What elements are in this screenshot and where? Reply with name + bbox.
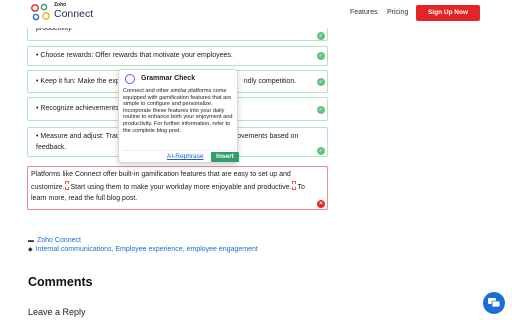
- suggestion-box[interactable]: • Choose rewards: Offer rewards that mot…: [27, 46, 328, 66]
- nav-features-link[interactable]: Features: [350, 9, 378, 16]
- check-icon: ✓: [317, 147, 325, 155]
- check-icon: ✓: [317, 52, 325, 60]
- error-marker[interactable]: [65, 180, 70, 190]
- signup-button[interactable]: Sign Up Now: [416, 5, 480, 21]
- tag-icon: ◆: [28, 247, 33, 253]
- grammar-check-popup: Grammar Check Connect and other similar …: [118, 69, 239, 163]
- item-lead: Recognize achievements:: [40, 105, 121, 112]
- error-icon[interactable]: ✕: [317, 200, 325, 208]
- check-icon: ✓: [317, 78, 325, 86]
- folder-icon: ▬: [28, 238, 34, 244]
- chat-widget-button[interactable]: [483, 292, 505, 314]
- logo-text[interactable]: Zoho Connect: [54, 3, 93, 20]
- ai-rephrase-link[interactable]: AI-Rephrase: [167, 153, 204, 160]
- leave-reply-heading: Leave a Reply: [28, 307, 86, 317]
- popup-actions: AI-Rephrase Insert: [123, 150, 239, 162]
- check-icon: ✓: [317, 106, 325, 114]
- error-paragraph-box[interactable]: Platforms like Connect offer built-in ga…: [27, 166, 328, 210]
- tags-links[interactable]: Internal communications, Employee experi…: [36, 246, 258, 253]
- zoho-logo-icon[interactable]: [30, 3, 52, 23]
- item-text: Offer rewards that motivate your employe…: [93, 52, 233, 59]
- post-category: ▬ Zoho Connect: [28, 237, 81, 244]
- check-icon: ✓: [317, 32, 325, 40]
- item-tail: ndly competition.: [243, 78, 297, 85]
- chat-icon: [488, 298, 500, 308]
- popup-title: Grammar Check: [141, 75, 196, 82]
- comments-heading: Comments: [28, 275, 93, 289]
- error-marker[interactable]: [292, 180, 297, 190]
- item-lead: Choose rewards:: [40, 52, 94, 59]
- site-header: Zoho Connect Features Pricing Sign Up No…: [0, 0, 512, 28]
- logo-product: Connect: [54, 8, 94, 20]
- insert-button[interactable]: Insert: [211, 152, 239, 162]
- item-lead: Keep it fun:: [40, 78, 76, 85]
- grammar-assistant-icon: [125, 74, 135, 84]
- popup-suggestion-text: Connect and other similar platforms come…: [123, 88, 233, 134]
- item-lead: Measure and adjust:: [40, 133, 104, 140]
- item-text: Make the expe: [75, 78, 124, 85]
- paragraph-part: Start using them to make your workday mo…: [70, 183, 292, 191]
- post-tags: ◆ Internal communications, Employee exper…: [28, 246, 258, 253]
- category-link[interactable]: Zoho Connect: [37, 237, 81, 244]
- nav-pricing-link[interactable]: Pricing: [387, 9, 408, 16]
